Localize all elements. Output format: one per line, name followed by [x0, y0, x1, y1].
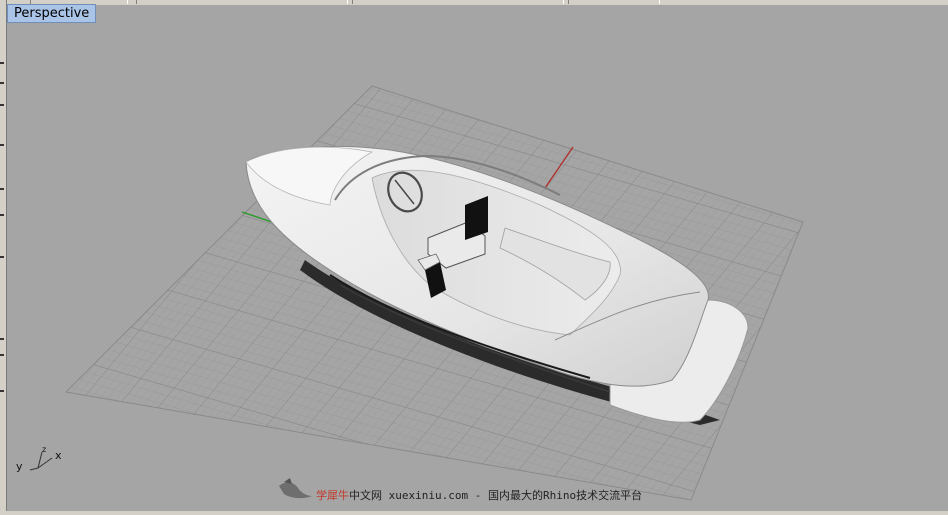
watermark-logo: [279, 478, 312, 499]
axes-y-label: y: [16, 460, 23, 473]
axes-z-label: z: [42, 445, 47, 454]
axes-x-label: x: [55, 449, 62, 462]
watermark-text: 学犀牛中文网 xuexiniu.com - 国内最大的Rhino技术交流平台: [316, 487, 642, 503]
axes-widget: [29, 451, 53, 471]
viewport-title-tab[interactable]: Perspective: [7, 4, 97, 23]
viewport-scene: [29, 85, 804, 501]
watermark-brand: 学犀牛: [316, 489, 349, 502]
watermark-caption: 中文网 xuexiniu.com - 国内最大的Rhino技术交流平台: [349, 489, 643, 502]
bottom-status-strip: [0, 511, 948, 515]
